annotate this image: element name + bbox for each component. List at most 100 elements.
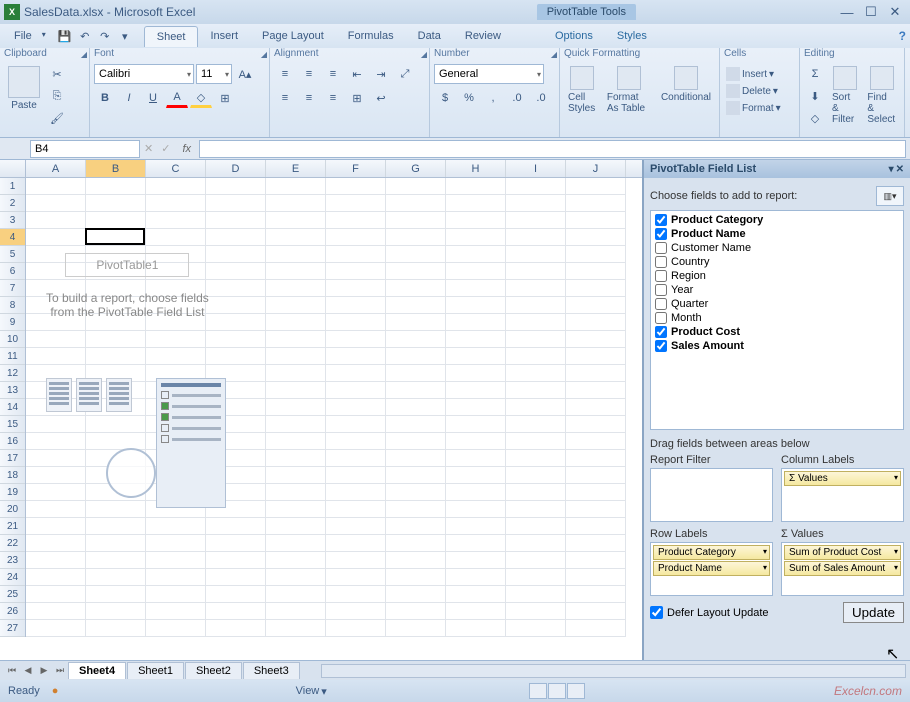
decrease-decimal-icon[interactable]: .0 (530, 88, 552, 108)
row-labels-area[interactable]: Product CategoryProduct Name (650, 542, 773, 596)
column-header[interactable]: H (446, 160, 506, 177)
tab-nav-next-icon[interactable]: ▶ (36, 665, 52, 676)
field-checkbox[interactable] (655, 228, 667, 240)
row-header[interactable]: 1 (0, 178, 25, 195)
conditional-formatting-button[interactable]: Conditional (657, 64, 715, 105)
sheet-tab[interactable]: Sheet4 (68, 662, 126, 679)
sort-filter-button[interactable]: Sort & Filter (828, 64, 861, 127)
row-header[interactable]: 2 (0, 195, 25, 212)
row-header[interactable]: 9 (0, 314, 25, 331)
row-header[interactable]: 6 (0, 263, 25, 280)
row-header[interactable]: 4 (0, 229, 25, 246)
tab-review[interactable]: Review (453, 26, 513, 46)
tab-nav-prev-icon[interactable]: ◀ (20, 665, 36, 676)
field-list-fields[interactable]: Product CategoryProduct NameCustomer Nam… (650, 210, 904, 430)
area-field-chip[interactable]: Product Name (653, 561, 770, 576)
file-menu[interactable]: File (4, 27, 50, 45)
insert-cells-button[interactable]: Insert ▾ (724, 66, 776, 82)
row-header[interactable]: 20 (0, 501, 25, 518)
align-bottom-icon[interactable]: ≡ (322, 64, 344, 84)
row-header[interactable]: 19 (0, 484, 25, 501)
delete-cells-button[interactable]: Delete ▾ (724, 83, 780, 99)
field-list-item[interactable]: Product Cost (653, 325, 901, 339)
fill-icon[interactable]: ⬇ (804, 86, 826, 106)
field-checkbox[interactable] (655, 284, 667, 296)
copy-icon[interactable]: ⎘ (46, 86, 68, 106)
row-header[interactable]: 11 (0, 348, 25, 365)
decrease-indent-icon[interactable]: ⇤ (346, 64, 368, 84)
font-name-combo[interactable]: Calibri (94, 64, 194, 84)
tab-formulas[interactable]: Formulas (336, 26, 406, 46)
row-header[interactable]: 22 (0, 535, 25, 552)
grow-font-icon[interactable]: A▴ (234, 64, 256, 84)
redo-icon[interactable]: ↷ (96, 27, 114, 45)
values-area[interactable]: Sum of Product CostSum of Sales Amount (781, 542, 904, 596)
increase-decimal-icon[interactable]: .0 (506, 88, 528, 108)
area-field-chip[interactable]: Sum of Product Cost (784, 545, 901, 560)
tab-nav-first-icon[interactable]: ⏮ (4, 665, 20, 676)
update-button[interactable]: Update (843, 602, 904, 623)
select-all-corner[interactable] (0, 160, 26, 177)
cancel-icon[interactable]: ✕ (144, 142, 153, 155)
column-header[interactable]: G (386, 160, 446, 177)
align-top-icon[interactable]: ≡ (274, 64, 296, 84)
row-header[interactable]: 25 (0, 586, 25, 603)
format-cells-button[interactable]: Format ▾ (724, 100, 783, 116)
tab-options[interactable]: Options (543, 26, 605, 46)
cut-icon[interactable]: ✂ (46, 64, 68, 84)
field-checkbox[interactable] (655, 242, 667, 254)
column-header[interactable]: A (26, 160, 86, 177)
autosum-icon[interactable]: Σ (804, 64, 826, 84)
normal-view-icon[interactable] (529, 683, 547, 699)
merge-cells-icon[interactable]: ⊞ (346, 88, 368, 108)
increase-indent-icon[interactable]: ⇥ (370, 64, 392, 84)
tab-data[interactable]: Data (406, 26, 453, 46)
dialog-launcher-icon[interactable]: ◢ (261, 50, 267, 59)
row-header[interactable]: 23 (0, 552, 25, 569)
column-header[interactable]: B (86, 160, 146, 177)
page-break-view-icon[interactable] (567, 683, 585, 699)
enter-icon[interactable]: ✓ (161, 142, 170, 155)
field-checkbox[interactable] (655, 256, 667, 268)
bold-button[interactable]: B (94, 88, 116, 108)
clear-icon[interactable]: ◇ (804, 108, 826, 128)
field-list-layout-button[interactable]: ▥▾ (876, 186, 904, 206)
row-header[interactable]: 5 (0, 246, 25, 263)
row-header[interactable]: 21 (0, 518, 25, 535)
field-list-item[interactable]: Region (653, 269, 901, 283)
find-select-button[interactable]: Find & Select (863, 64, 900, 127)
report-filter-area[interactable] (650, 468, 773, 522)
comma-icon[interactable]: , (482, 88, 504, 108)
italic-button[interactable]: I (118, 88, 140, 108)
field-checkbox[interactable] (655, 326, 667, 338)
dialog-launcher-icon[interactable]: ◢ (421, 50, 427, 59)
row-header[interactable]: 13 (0, 382, 25, 399)
field-list-item[interactable]: Quarter (653, 297, 901, 311)
align-center-icon[interactable]: ≡ (298, 88, 320, 108)
column-header[interactable]: C (146, 160, 206, 177)
orientation-icon[interactable]: ⤢ (394, 64, 416, 84)
row-header[interactable]: 17 (0, 450, 25, 467)
name-box[interactable]: B4 (30, 140, 140, 158)
fill-color-icon[interactable]: ◇ (190, 88, 212, 108)
field-list-item[interactable]: Sales Amount (653, 339, 901, 353)
format-as-table-button[interactable]: Format As Table (603, 64, 655, 116)
field-checkbox[interactable] (655, 298, 667, 310)
close-button[interactable]: ✕ (884, 4, 906, 20)
tab-insert[interactable]: Insert (198, 26, 250, 46)
column-header[interactable]: F (326, 160, 386, 177)
row-header[interactable]: 10 (0, 331, 25, 348)
field-list-dropdown-icon[interactable]: ▾ (889, 164, 894, 175)
undo-icon[interactable]: ↶ (76, 27, 94, 45)
field-checkbox[interactable] (655, 214, 667, 226)
field-list-item[interactable]: Product Category (653, 213, 901, 227)
row-header[interactable]: 7 (0, 280, 25, 297)
dialog-launcher-icon[interactable]: ◢ (551, 50, 557, 59)
field-list-item[interactable]: Product Name (653, 227, 901, 241)
currency-icon[interactable]: $ (434, 88, 456, 108)
help-icon[interactable]: ? (899, 29, 906, 43)
column-header[interactable]: E (266, 160, 326, 177)
align-right-icon[interactable]: ≡ (322, 88, 344, 108)
font-color-icon[interactable]: A (166, 88, 188, 108)
field-checkbox[interactable] (655, 270, 667, 282)
